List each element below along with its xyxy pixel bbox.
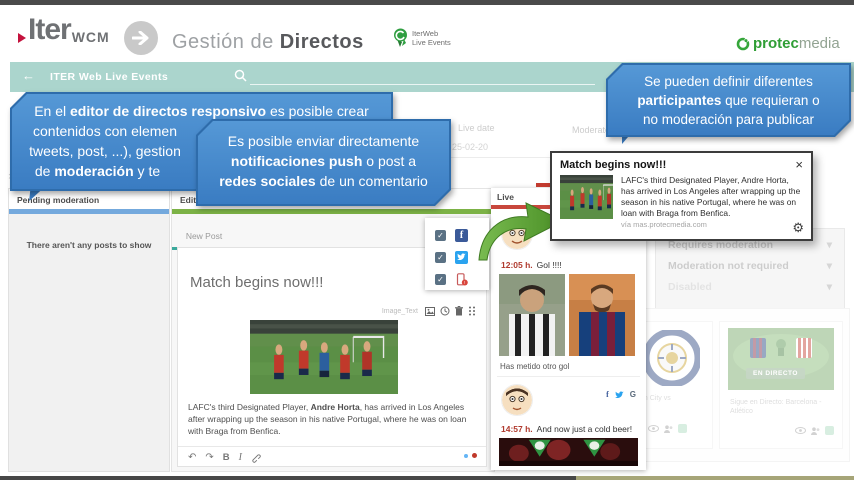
wash-overlay — [618, 92, 854, 476]
tab-new-post[interactable]: New Post — [172, 231, 236, 241]
italic-button[interactable]: I — [239, 452, 242, 463]
callout-line: contenidos con elemen — [10, 121, 200, 141]
pending-empty-text: There aren't any posts to show — [9, 240, 169, 250]
twitter-icon[interactable] — [455, 251, 468, 264]
post-image — [250, 320, 398, 394]
drag-handle-icon[interactable] — [468, 306, 476, 316]
notification-source: vía mas.protecmedia.com — [621, 220, 803, 229]
callout-line: Se pueden definir diferentes — [606, 72, 851, 91]
push-notification-icon[interactable]: ! — [455, 273, 468, 286]
page-title-bold: Directos — [280, 31, 364, 53]
back-icon[interactable]: ← — [22, 68, 35, 83]
post-title: Match begins now!!! — [190, 274, 323, 291]
undo-icon[interactable]: ↶ — [188, 452, 196, 463]
callout-line: de moderación y te — [10, 161, 185, 181]
protecmedia-icon — [736, 37, 750, 51]
ribbon-icon — [393, 28, 408, 48]
callout-line: redes sociales de un comentario — [196, 171, 451, 191]
page-title: Gestión de Directos — [172, 31, 364, 54]
callout-line: En el editor de directos responsivo es p… — [10, 101, 393, 121]
search-input[interactable] — [250, 84, 595, 85]
bottom-chrome-bar-accent — [576, 476, 854, 480]
post-entry: 14:57 h. And now just a cold beer! — [501, 424, 632, 434]
callout-push: Es posible enviar directamente notificac… — [196, 119, 451, 206]
search-icon[interactable] — [234, 69, 247, 82]
close-icon[interactable]: × — [795, 157, 803, 172]
callout-line: no moderación para publicar — [606, 110, 851, 129]
post-time: 14:57 h. — [501, 424, 533, 434]
logo-subtext: WCM — [72, 29, 110, 45]
share-row-push: ✓ ! — [435, 268, 489, 290]
iterweb-badge: IterWeb Live Events — [393, 28, 451, 48]
status-dot-blue[interactable] — [464, 454, 468, 458]
link-icon[interactable] — [251, 453, 261, 463]
checkbox-checked[interactable]: ✓ — [435, 252, 446, 263]
google-icon[interactable]: G — [630, 390, 636, 399]
callout-line: notificaciones push o post a — [196, 151, 451, 171]
iterwcm-logo: Iter WCM — [18, 15, 110, 45]
block-meta: Image_Text — [382, 306, 476, 316]
arrow-circle-icon — [124, 21, 158, 55]
svg-text:!: ! — [464, 280, 465, 285]
editor-toolbar: ↶ ↷ B I — [178, 446, 486, 468]
notification-image — [560, 175, 613, 219]
redo-icon[interactable]: ↷ — [205, 452, 213, 463]
brand-light: media — [799, 35, 840, 52]
editor-panel-bar — [172, 209, 494, 214]
post-caption: Has metido otro gol — [500, 362, 569, 371]
slide: Iter WCM Gestión de Directos IterWeb Live… — [0, 0, 854, 480]
gear-icon[interactable]: ⚙ — [792, 220, 804, 236]
checkbox-checked[interactable]: ✓ — [435, 274, 446, 285]
notification-title: Match begins now!!! — [560, 159, 803, 171]
logo-red-triangle-icon — [18, 33, 26, 43]
callout-participants: Se pueden definir diferentes participant… — [606, 63, 851, 137]
status-dot-red[interactable] — [472, 453, 477, 458]
facebook-icon[interactable]: f — [455, 229, 468, 242]
pending-moderation-panel: Pending moderation There aren't any post… — [8, 188, 170, 472]
post-photo-bar — [499, 438, 638, 466]
badge-line1: IterWeb — [412, 29, 451, 38]
push-notification-popup: Match begins now!!! × LAFC's third Desig… — [550, 151, 813, 241]
logo-text: Iter — [28, 15, 71, 45]
post-divider — [497, 376, 640, 377]
image-icon[interactable] — [425, 307, 435, 316]
bold-button[interactable]: B — [223, 452, 230, 463]
post-photo-messi — [569, 274, 635, 356]
page-title-light: Gestión de — [172, 31, 274, 53]
slide-header: Iter WCM Gestión de Directos IterWeb Live… — [0, 5, 854, 62]
post-text: And now just a cold beer! — [537, 424, 632, 434]
facebook-icon[interactable]: f — [606, 390, 609, 399]
callout-line: tweets, post, ...), gestion — [10, 141, 200, 161]
red-marker — [536, 183, 551, 187]
pending-panel-bar — [9, 209, 169, 214]
brand-bold: protec — [753, 35, 799, 52]
block-type-label: Image_Text — [382, 308, 418, 315]
callout-line: Es posible enviar directamente — [196, 131, 451, 151]
protecmedia-logo: protecmedia — [736, 35, 840, 52]
avatar — [501, 384, 533, 416]
schedule-icon[interactable] — [440, 306, 450, 316]
twitter-icon[interactable] — [615, 391, 624, 399]
post-share-icons: f G — [606, 390, 636, 399]
trash-icon[interactable] — [455, 306, 463, 316]
app-toolbar-title: ITER Web Live Events — [50, 71, 168, 83]
notification-body: LAFC's third Designated Player, Andre Ho… — [621, 175, 803, 219]
post-body[interactable]: LAFC's third Designated Player, Andre Ho… — [188, 402, 482, 438]
callout-line: participantes que requieran o — [606, 91, 851, 110]
checkbox-checked[interactable]: ✓ — [435, 230, 446, 241]
post-photo-ronaldo — [499, 274, 565, 356]
badge-line2: Live Events — [412, 38, 451, 47]
